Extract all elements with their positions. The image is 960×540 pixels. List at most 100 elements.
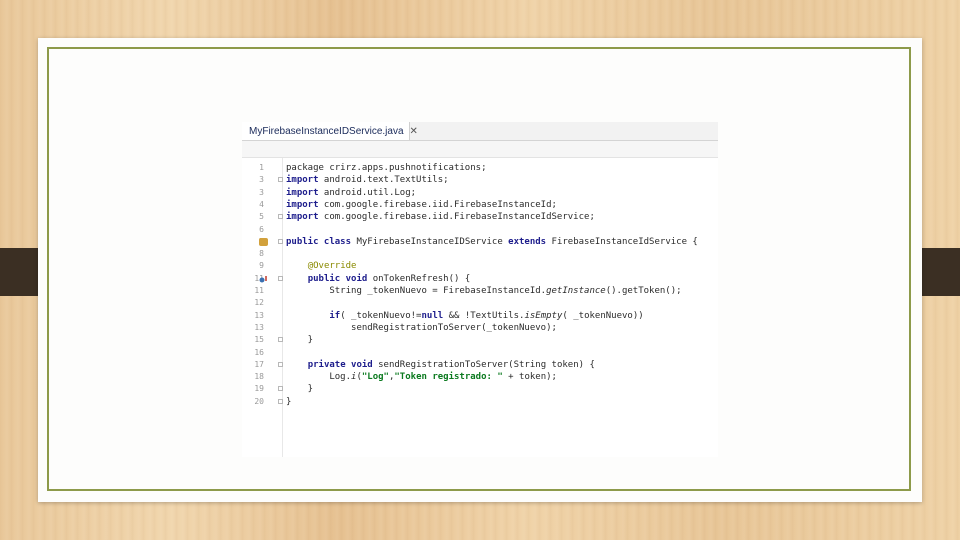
code-token: "Token registrado: ": [394, 372, 503, 383]
code-text: Log.i("Log","Token registrado: " + token…: [286, 371, 557, 383]
code-line[interactable]: 3 import android.text.TextUtils;: [242, 174, 718, 186]
code-line[interactable]: 1 package crirz.apps.pushnotifications;: [242, 162, 718, 174]
code-token: }: [286, 396, 292, 407]
line-number: 1: [259, 163, 264, 172]
line-number: 9: [259, 261, 264, 271]
code-line[interactable]: 18 Log.i("Log","Token registrado: " + to…: [242, 371, 718, 383]
code-line[interactable]: 3 import android.util.Log;: [242, 187, 718, 199]
editor-toolbar: [242, 141, 718, 158]
code-token: import: [286, 212, 319, 223]
code-text: }: [286, 396, 291, 408]
line-number: 5: [259, 212, 264, 222]
line-number: 16: [254, 347, 264, 357]
code-token: private void: [307, 359, 373, 370]
code-line[interactable]: 4 import com.google.firebase.iid.Firebase…: [242, 199, 718, 211]
code-line[interactable]: 9 @Override: [242, 260, 718, 272]
line-number: 15: [254, 335, 264, 345]
code-token: public void: [307, 273, 368, 284]
code-line[interactable]: 20}: [242, 396, 718, 408]
line-number: 3: [259, 175, 264, 185]
line-number: 8: [259, 249, 264, 259]
class-gutter-icon[interactable]: [259, 237, 268, 246]
override-method-icon[interactable]: [259, 275, 267, 283]
code-text: String _tokenNuevo = FirebaseInstanceId.…: [286, 285, 682, 297]
code-token: import: [286, 175, 319, 186]
fold-marker-icon[interactable]: [278, 177, 283, 183]
code-token: null: [421, 310, 444, 321]
line-number: 18: [254, 372, 264, 382]
slide: MyFirebaseInstanceIDService.java ✕ 1 pack…: [38, 38, 922, 502]
code-token: sendRegistrationToServer(_tokenNuevo);: [286, 322, 557, 333]
code-text: private void sendRegistrationToServer(St…: [286, 359, 595, 371]
code-token: isEmpty: [524, 310, 563, 321]
line-number: 13: [254, 310, 264, 320]
code-token: android.text.TextUtils;: [318, 175, 449, 186]
code-line[interactable]: 11 public void onTokenRefresh() {: [242, 273, 718, 285]
code-text: import android.text.TextUtils;: [286, 174, 449, 186]
code-text: }: [286, 383, 313, 395]
code-token: import: [286, 199, 319, 210]
line-number: 13: [254, 322, 264, 332]
code-line[interactable]: 19 }: [242, 383, 718, 395]
code-token: MyFirebaseInstanceIDService: [351, 236, 509, 247]
code-line[interactable]: 16: [242, 347, 718, 359]
line-number: 20: [254, 396, 264, 406]
code-token: com.google.firebase.iid.FirebaseInstance…: [318, 212, 595, 223]
code-line[interactable]: 7public class MyFirebaseInstanceIDServic…: [242, 236, 718, 248]
code-text: import com.google.firebase.iid.FirebaseI…: [286, 199, 557, 211]
code-token: package crirz.apps.pushnotifications;: [286, 163, 487, 173]
code-line[interactable]: 15 }: [242, 334, 718, 346]
code-token: extends: [508, 236, 547, 247]
code-token: String _tokenNuevo = FirebaseInstanceId.: [286, 286, 547, 296]
code-text: import android.util.Log;: [286, 187, 416, 199]
fold-marker-icon[interactable]: [278, 386, 283, 392]
code-text: }: [286, 334, 313, 346]
code-token: @Override: [307, 261, 357, 272]
code-text: import com.google.firebase.iid.FirebaseI…: [286, 211, 595, 223]
fold-marker-icon[interactable]: [278, 361, 283, 367]
code-token: if: [329, 310, 341, 321]
close-icon[interactable]: ✕: [410, 126, 418, 137]
code-text: sendRegistrationToServer(_tokenNuevo);: [286, 322, 557, 334]
code-line[interactable]: 5 import com.google.firebase.iid.Firebase…: [242, 211, 718, 223]
code-token: android.util.Log;: [318, 187, 417, 198]
line-number: 17: [254, 359, 264, 369]
code-token: ( _tokenNuevo)): [562, 310, 644, 321]
code-token: "Log": [361, 372, 389, 383]
code-editor-screenshot: MyFirebaseInstanceIDService.java ✕ 1 pack…: [242, 122, 718, 457]
code-text: public void onTokenRefresh() {: [286, 273, 471, 285]
code-text: package crirz.apps.pushnotifications;: [286, 162, 486, 174]
line-number: 12: [254, 298, 264, 308]
code-token: ( _tokenNuevo!=: [340, 310, 422, 321]
code-token: }: [286, 335, 314, 346]
code-token: public class: [286, 236, 352, 247]
line-number: 3: [259, 187, 264, 197]
fold-marker-icon[interactable]: [278, 398, 283, 404]
code-line[interactable]: 13 sendRegistrationToServer(_tokenNuevo)…: [242, 322, 718, 334]
code-token: sendRegistrationToServer(String token) {: [372, 359, 595, 370]
code-token: com.google.firebase.iid.FirebaseInstance…: [318, 199, 557, 210]
file-tab[interactable]: MyFirebaseInstanceIDService.java ✕: [242, 122, 418, 140]
code-token: && !TextUtils.: [443, 310, 525, 321]
code-line[interactable]: 12: [242, 297, 718, 309]
fold-marker-icon[interactable]: [278, 337, 283, 343]
code-line[interactable]: 11 String _tokenNuevo = FirebaseInstance…: [242, 285, 718, 297]
fold-marker-icon[interactable]: [278, 214, 283, 220]
fold-marker-icon[interactable]: [278, 275, 283, 281]
code-line[interactable]: 13 if( _tokenNuevo!=null && !TextUtils.i…: [242, 310, 718, 322]
code-line[interactable]: 6: [242, 224, 718, 236]
code-token: getInstance: [546, 286, 606, 296]
code-text: if( _tokenNuevo!=null && !TextUtils.isEm…: [286, 310, 644, 322]
code-line[interactable]: 17 private void sendRegistrationToServer…: [242, 359, 718, 371]
line-number: 6: [259, 224, 264, 234]
code-token: Log.: [286, 372, 352, 383]
code-line[interactable]: 8: [242, 248, 718, 260]
code-token: onTokenRefresh() {: [367, 273, 471, 284]
code-token: ().getToken();: [605, 286, 682, 296]
code-token: import: [286, 187, 319, 198]
fold-marker-icon[interactable]: [278, 238, 283, 244]
